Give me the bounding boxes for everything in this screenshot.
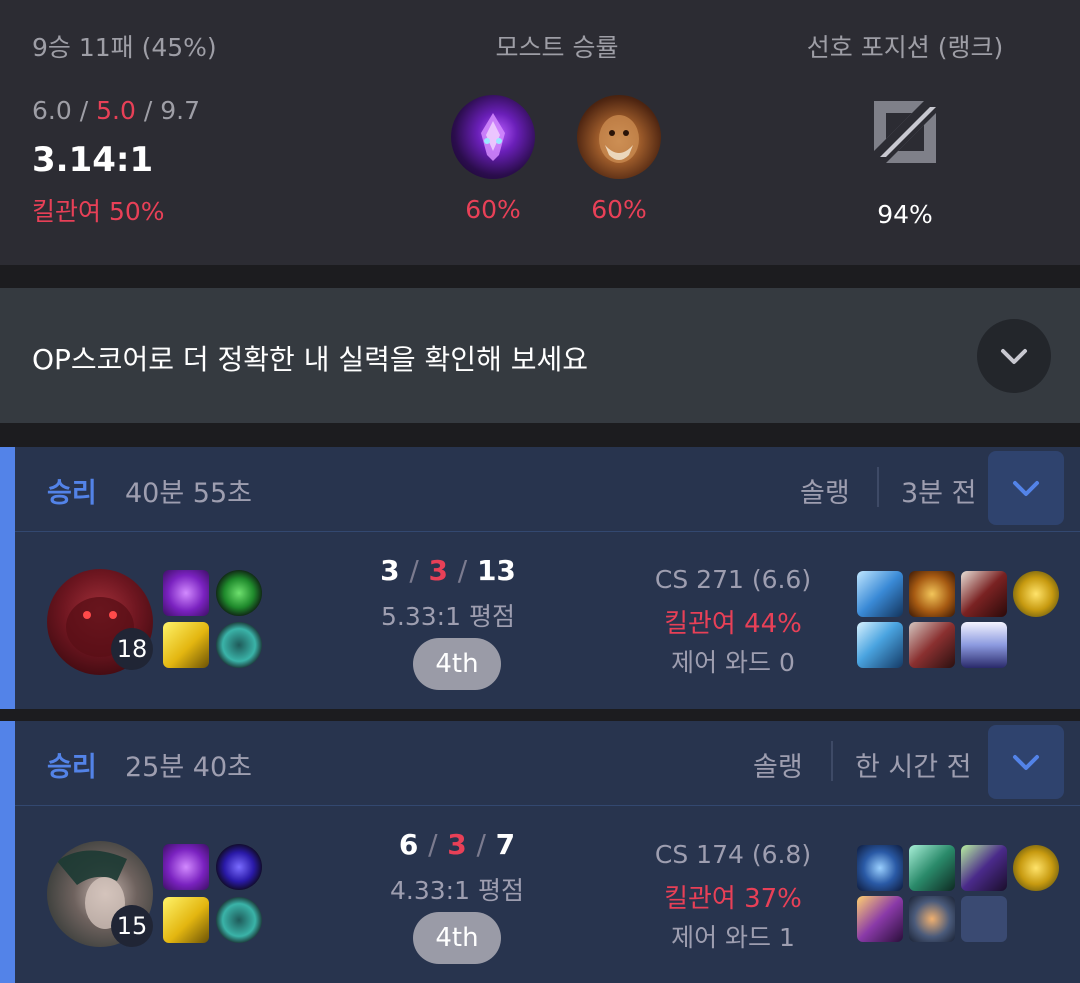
keystone-rune-icon	[216, 844, 262, 890]
champion-level: 15	[111, 905, 153, 947]
most-champion-winrate-1: 60%	[465, 195, 521, 224]
placement-badge: 4th	[413, 912, 501, 964]
avg-deaths: 5.0	[96, 96, 136, 125]
kills: 6	[398, 828, 419, 861]
item-slot-4[interactable]	[857, 622, 903, 668]
kda-separator: /	[79, 96, 89, 125]
creep-score: CS 271 (6.6)	[654, 565, 812, 594]
kda-separator: /	[143, 96, 153, 125]
keystone-rune-icon	[216, 570, 262, 616]
kda-ratio: 3.14:1	[32, 140, 154, 180]
preferred-position-title: 선호 포지션 (랭크)	[806, 33, 1004, 62]
match-kda: 3 / 3 / 13	[353, 554, 543, 587]
item-slot-1[interactable]	[857, 571, 903, 617]
avg-kills: 6.0	[32, 96, 72, 125]
match-header: 승리 40분 55초 솔랭 3분 전	[15, 447, 1080, 532]
summoner-spell-icon	[163, 570, 209, 616]
item-slot-3[interactable]	[961, 571, 1007, 617]
queue-type: 솔랭	[800, 478, 850, 509]
most-champion-icon-2[interactable]	[577, 95, 661, 179]
trinket-slot[interactable]	[1013, 571, 1059, 617]
item-slot-2[interactable]	[909, 571, 955, 617]
control-wards: 제어 와드 1	[671, 923, 795, 952]
match-kill-participation: 킬관여 37%	[664, 884, 802, 914]
most-champion-winrate-2: 60%	[591, 195, 647, 224]
win-accent-bar	[0, 721, 15, 983]
preferred-position-pct: 94%	[877, 200, 933, 229]
op-score-banner-text: OP스코어로 더 정확한 내 실력을 확인해 보세요	[32, 343, 589, 376]
match-card[interactable]: 승리 25분 40초 솔랭 한 시간 전 15 6 / 3 / 7 4.33:1…	[0, 721, 1080, 983]
deaths: 3	[447, 828, 467, 861]
time-ago: 한 시간 전	[855, 752, 972, 783]
trinket-slot[interactable]	[1013, 845, 1059, 891]
assists: 7	[495, 828, 516, 861]
item-slot-5[interactable]	[909, 622, 955, 668]
avg-assists: 9.7	[160, 96, 200, 125]
kda-separator: /	[457, 554, 468, 587]
chevron-down-icon	[1013, 481, 1039, 496]
control-wards: 제어 와드 0	[671, 648, 795, 677]
match-expand-button[interactable]	[988, 451, 1064, 525]
kda-separator: /	[476, 828, 486, 861]
chevron-down-icon	[1013, 755, 1039, 770]
header-divider	[831, 741, 833, 781]
secondary-rune-icon	[216, 622, 262, 668]
summary-panel: 9승 11패 (45%) 6.0 / 5.0 / 9.7 3.14:1 킬관여 …	[0, 0, 1080, 265]
queue-type: 솔랭	[753, 752, 803, 783]
most-champion-icon-1[interactable]	[451, 95, 535, 179]
creep-score: CS 174 (6.8)	[654, 840, 812, 869]
match-kda: 6 / 3 / 7	[362, 828, 552, 861]
flash-spell-icon	[163, 897, 209, 943]
match-expand-button[interactable]	[988, 725, 1064, 799]
deaths: 3	[428, 554, 448, 587]
empty-item-slot	[961, 896, 1007, 942]
chevron-down-icon	[1001, 349, 1027, 364]
match-result: 승리	[47, 752, 97, 783]
time-ago: 3분 전	[901, 478, 977, 509]
win-accent-bar	[0, 447, 15, 709]
match-duration: 40분 55초	[125, 478, 252, 509]
summoner-spell-icon	[163, 844, 209, 890]
match-card[interactable]: 승리 40분 55초 솔랭 3분 전 18 3 / 3 / 13 5.33:1 …	[0, 447, 1080, 709]
match-kda-ratio: 4.33:1 평점	[390, 876, 524, 905]
most-winrate-title: 모스트 승률	[495, 33, 619, 62]
win-loss-record: 9승 11패 (45%)	[32, 33, 217, 62]
item-slot-4[interactable]	[857, 896, 903, 942]
kills: 3	[380, 554, 400, 587]
assists: 13	[476, 554, 516, 587]
position-jungle-icon	[872, 99, 938, 165]
item-slot-3[interactable]	[961, 845, 1007, 891]
champion-level: 18	[111, 628, 153, 670]
item-slot-6[interactable]	[961, 622, 1007, 668]
average-kda: 6.0 / 5.0 / 9.7	[32, 96, 200, 125]
banner-expand-button[interactable]	[977, 319, 1051, 393]
match-header: 승리 25분 40초 솔랭 한 시간 전	[15, 721, 1080, 806]
op-score-banner[interactable]: OP스코어로 더 정확한 내 실력을 확인해 보세요	[0, 288, 1080, 423]
item-slot-1[interactable]	[857, 845, 903, 891]
kda-separator: /	[428, 828, 438, 861]
match-kill-participation: 킬관여 44%	[664, 609, 802, 639]
header-divider	[877, 467, 879, 507]
placement-badge: 4th	[413, 638, 501, 690]
secondary-rune-icon	[216, 897, 262, 943]
kda-separator: /	[409, 554, 419, 587]
match-duration: 25분 40초	[125, 752, 252, 783]
kill-participation: 킬관여 50%	[32, 197, 165, 226]
match-result: 승리	[47, 478, 97, 509]
item-slot-2[interactable]	[909, 845, 955, 891]
match-kda-ratio: 5.33:1 평점	[381, 602, 515, 631]
item-slot-5[interactable]	[909, 896, 955, 942]
flash-spell-icon	[163, 622, 209, 668]
